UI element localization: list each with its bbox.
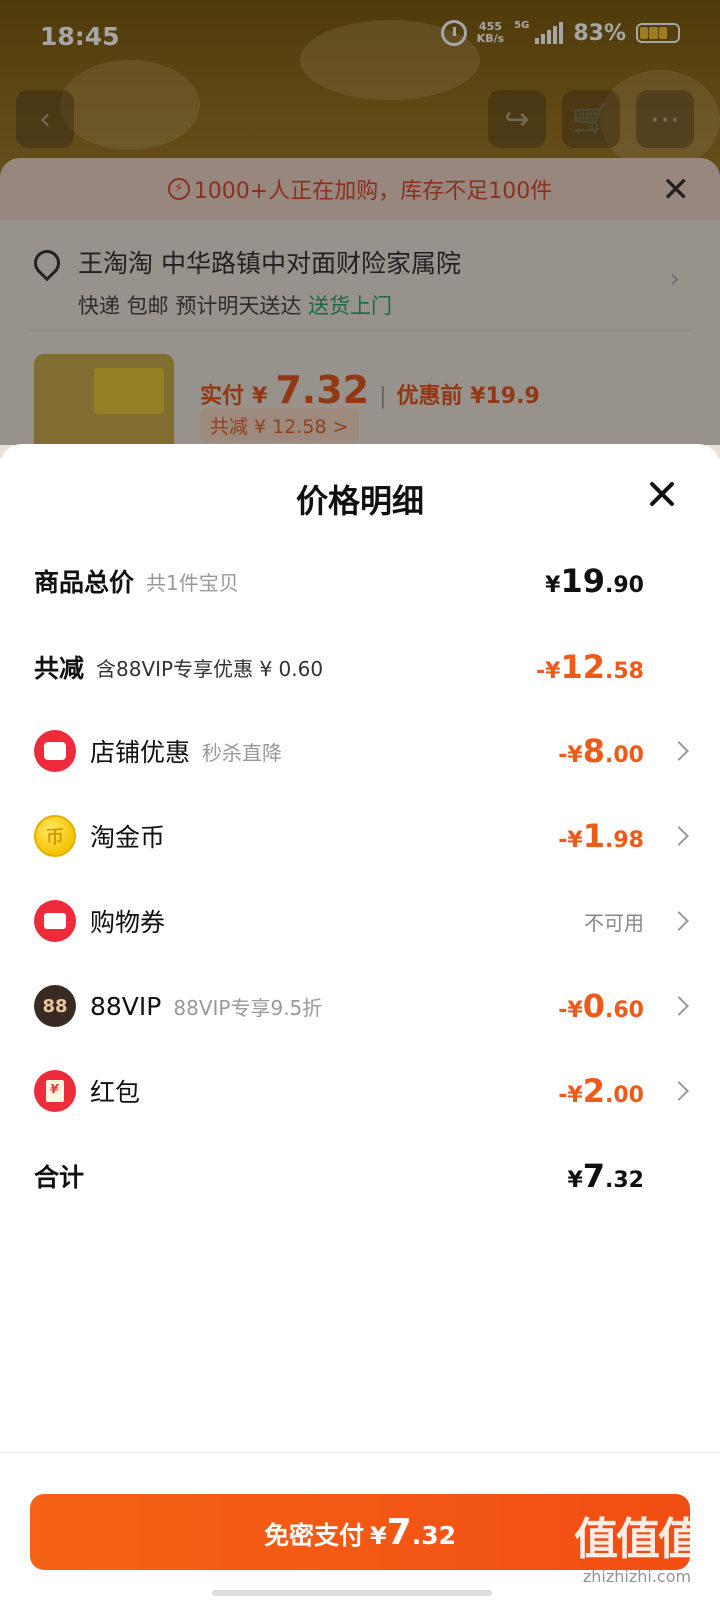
row-88vip[interactable]: 88 88VIP 88VIP专享9.5折 -¥ 0.60 <box>0 971 720 1041</box>
shop-icon <box>34 730 76 772</box>
row-amount: ¥19.90 <box>545 562 644 600</box>
row-label: 共减 <box>34 654 85 683</box>
row-label: 店铺优惠 <box>90 738 191 767</box>
red-packet-icon <box>34 1070 76 1112</box>
row-amount: -¥ 0.60 <box>558 987 644 1025</box>
chevron-right-icon <box>669 741 689 761</box>
chevron-right-icon <box>669 911 689 931</box>
row-amount: -¥ 12.58 <box>536 648 644 686</box>
row-label: 淘金币 <box>90 823 166 852</box>
home-indicator[interactable] <box>212 1590 492 1596</box>
row-sub: 共1件宝贝 <box>146 570 239 595</box>
row-grand-total: 合计 ¥7.32 <box>0 1141 720 1211</box>
divider <box>0 1452 720 1453</box>
chevron-right-icon <box>669 1081 689 1101</box>
sheet-title: 价格明细 <box>295 482 424 520</box>
price-detail-sheet: 价格明细 商品总价 共1件宝贝 ¥19.90 共减 含88VIP专享优惠 ¥ 0… <box>0 444 720 1600</box>
close-icon[interactable] <box>644 474 684 514</box>
coupon-icon <box>34 900 76 942</box>
gold-coin-icon: 币 <box>34 815 76 857</box>
row-gold-coin[interactable]: 币 淘金币 -¥ 1.98 <box>0 801 720 871</box>
row-total-discount: 共减 含88VIP专享优惠 ¥ 0.60 -¥ 12.58 <box>0 632 720 702</box>
row-label: 商品总价 <box>34 568 135 597</box>
row-sub: 含88VIP专享优惠 ¥ 0.60 <box>96 656 324 681</box>
row-total-price: 商品总价 共1件宝贝 ¥19.90 <box>0 546 720 616</box>
vip-icon: 88 <box>34 985 76 1027</box>
row-label: 88VIP <box>90 991 162 1021</box>
dim-overlay[interactable] <box>0 0 720 445</box>
row-label: 购物券 <box>90 908 166 937</box>
row-amount: -¥ 1.98 <box>558 817 644 855</box>
row-red-packet[interactable]: 红包 -¥2.00 <box>0 1056 720 1126</box>
row-label: 合计 <box>34 1163 85 1192</box>
row-amount: -¥ 8.00 <box>558 732 644 770</box>
row-sub: 88VIP专享9.5折 <box>173 995 323 1020</box>
row-shopping-coupon[interactable]: 购物券 不可用 <box>0 886 720 956</box>
row-amount: ¥7.32 <box>567 1157 644 1195</box>
row-shop-discount[interactable]: 店铺优惠 秒杀直降 -¥ 8.00 <box>0 716 720 786</box>
row-sub: 秒杀直降 <box>202 740 283 765</box>
row-status: 不可用 <box>584 910 644 935</box>
chevron-right-icon <box>669 996 689 1016</box>
row-label: 红包 <box>90 1078 141 1107</box>
chevron-right-icon <box>669 826 689 846</box>
row-amount: -¥ 2.00 <box>558 1072 644 1110</box>
site-watermark: 值值值 zhizhizhi.com <box>574 1514 702 1586</box>
